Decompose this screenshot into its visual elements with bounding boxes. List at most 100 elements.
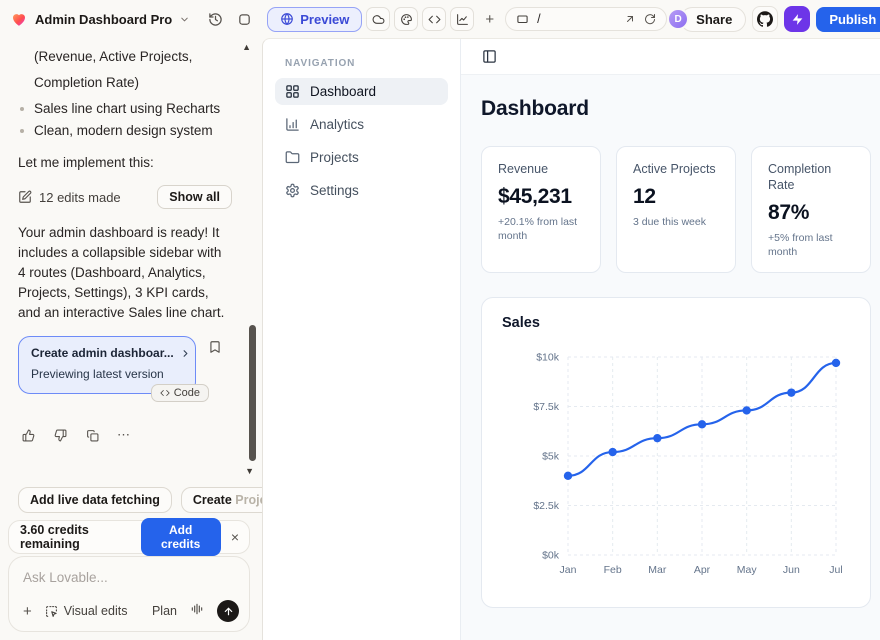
kpi-card-completion-rate: Completion Rate 87% +5% from last month: [751, 146, 871, 273]
scroll-down-button[interactable]: ▼: [245, 466, 254, 476]
bookmark-button[interactable]: [208, 340, 222, 359]
svg-text:Jan: Jan: [560, 564, 577, 576]
dashboard-main: Dashboard Revenue $45,231 +20.1% from la…: [461, 39, 880, 640]
toolbar: Preview + /: [267, 7, 667, 32]
kpi-card-active-projects: Active Projects 12 3 due this week: [616, 146, 736, 273]
history-button[interactable]: [204, 8, 226, 30]
chat-input[interactable]: [23, 570, 237, 585]
send-button[interactable]: [217, 600, 239, 622]
refresh-button[interactable]: [644, 13, 656, 25]
project-title[interactable]: Admin Dashboard Pro: [35, 12, 172, 27]
list-item: Clean, modern design system: [18, 120, 232, 142]
kpi-card-revenue: Revenue $45,231 +20.1% from last month: [481, 146, 601, 273]
version-card[interactable]: Create admin dashboar... Previewing late…: [18, 336, 196, 394]
bookmark-icon: [208, 340, 222, 354]
feature-list: Sales line chart using Recharts Clean, m…: [18, 98, 232, 142]
sidebar-item-settings[interactable]: Settings: [275, 177, 448, 204]
code-badge[interactable]: Code: [151, 384, 209, 402]
kpi-title: Revenue: [498, 161, 584, 177]
globe-icon: [280, 12, 294, 26]
code-badge-label: Code: [174, 387, 200, 399]
page-title: Dashboard: [481, 97, 871, 121]
github-button[interactable]: [752, 6, 778, 32]
kpi-title: Completion Rate: [768, 161, 854, 193]
avatar[interactable]: D: [667, 8, 689, 30]
sales-chart[interactable]: $0k$2.5k$5k$7.5k$10kJanFebMarAprMayJunJu…: [502, 341, 852, 593]
lovable-logo-icon: [10, 10, 28, 28]
sidebar-item-dashboard[interactable]: Dashboard: [275, 78, 448, 105]
device-icon: [516, 13, 529, 26]
suggestion-chips: Add live data fetching Create Projects K…: [18, 487, 262, 513]
code-view-button[interactable]: [422, 7, 446, 31]
preview-button[interactable]: Preview: [267, 7, 362, 32]
visual-edits-label: Visual edits: [64, 604, 128, 618]
svg-text:$0k: $0k: [542, 550, 560, 562]
copy-button[interactable]: [82, 425, 102, 445]
kpi-value: 87%: [768, 201, 854, 225]
suggestion-chip[interactable]: Create Projects Ka: [181, 487, 262, 513]
line-chart-icon: [456, 13, 469, 26]
show-all-button[interactable]: Show all: [157, 185, 232, 209]
grid-icon: [285, 84, 300, 99]
theme-button[interactable]: [394, 7, 418, 31]
refresh-icon: [644, 13, 656, 25]
analytics-view-button[interactable]: [450, 7, 474, 31]
sidebar-toggle-button[interactable]: [482, 49, 497, 64]
thumbs-up-icon: [22, 429, 35, 442]
version-status: Previewing latest version: [31, 367, 183, 381]
scroll-up-button[interactable]: ▲: [242, 42, 251, 52]
url-bar[interactable]: /: [505, 7, 667, 31]
kpi-subtext: +20.1% from last month: [498, 215, 584, 243]
folder-icon: [285, 150, 300, 165]
suggestion-chip[interactable]: Add live data fetching: [18, 487, 172, 513]
code-icon: [428, 13, 441, 26]
panel-layout-button[interactable]: [233, 8, 255, 30]
top-bar: Admin Dashboard Pro Preview: [0, 0, 880, 38]
visual-edits-button[interactable]: Visual edits: [45, 604, 128, 618]
kpi-row: Revenue $45,231 +20.1% from last month A…: [481, 146, 871, 273]
chat-panel: (Revenue, Active Projects, Completion Ra…: [0, 38, 262, 640]
share-button[interactable]: Share: [680, 7, 746, 32]
more-actions-button[interactable]: ⋯: [114, 425, 134, 445]
add-credits-button[interactable]: Add credits: [141, 518, 221, 556]
thumbs-up-button[interactable]: [18, 425, 38, 445]
bar-chart-icon: [285, 117, 300, 132]
chat-scrollbar[interactable]: [249, 325, 256, 461]
edits-summary-row: 12 edits made Show all: [18, 185, 232, 209]
chat-composer: + Visual edits Plan: [8, 556, 250, 632]
sidebar-item-label: Projects: [310, 150, 359, 165]
publish-button[interactable]: Publish: [816, 7, 880, 32]
svg-text:May: May: [737, 564, 758, 576]
thumbs-down-button[interactable]: [50, 425, 70, 445]
code-icon: [160, 388, 170, 398]
cloud-button[interactable]: [366, 7, 390, 31]
sidebar-item-projects[interactable]: Projects: [275, 144, 448, 171]
file-edit-icon: [18, 190, 32, 204]
chevron-right-icon: [180, 348, 191, 359]
upgrade-button[interactable]: [784, 6, 810, 32]
arrow-up-icon: [223, 606, 234, 617]
sidebar-item-analytics[interactable]: Analytics: [275, 111, 448, 138]
chart-title: Sales: [502, 315, 852, 331]
voice-input-button[interactable]: [190, 602, 204, 621]
attach-button[interactable]: +: [23, 603, 32, 620]
url-path[interactable]: /: [537, 12, 616, 26]
kpi-value: 12: [633, 185, 719, 209]
edits-count-label: 12 edits made: [39, 190, 121, 205]
open-external-button[interactable]: [624, 13, 636, 25]
chat-messages: (Revenue, Active Projects, Completion Ra…: [0, 38, 262, 445]
plan-button[interactable]: Plan: [152, 604, 177, 618]
preview-window: NAVIGATION Dashboard Analytics Projects …: [262, 38, 880, 640]
more-icon: ⋯: [117, 427, 131, 443]
svg-text:Feb: Feb: [604, 564, 622, 576]
chevron-down-icon[interactable]: [179, 14, 190, 25]
dashboard-sidebar: NAVIGATION Dashboard Analytics Projects …: [263, 39, 461, 640]
gear-icon: [285, 183, 300, 198]
close-banner-button[interactable]: ×: [231, 530, 239, 544]
composer-toolbar: + Visual edits Plan: [23, 600, 239, 622]
add-tab-button[interactable]: +: [478, 11, 501, 28]
share-group: D Share: [667, 7, 746, 32]
zap-icon: [791, 13, 804, 26]
topbar-actions: D Share Publish: [667, 6, 880, 32]
palette-icon: [400, 13, 413, 26]
